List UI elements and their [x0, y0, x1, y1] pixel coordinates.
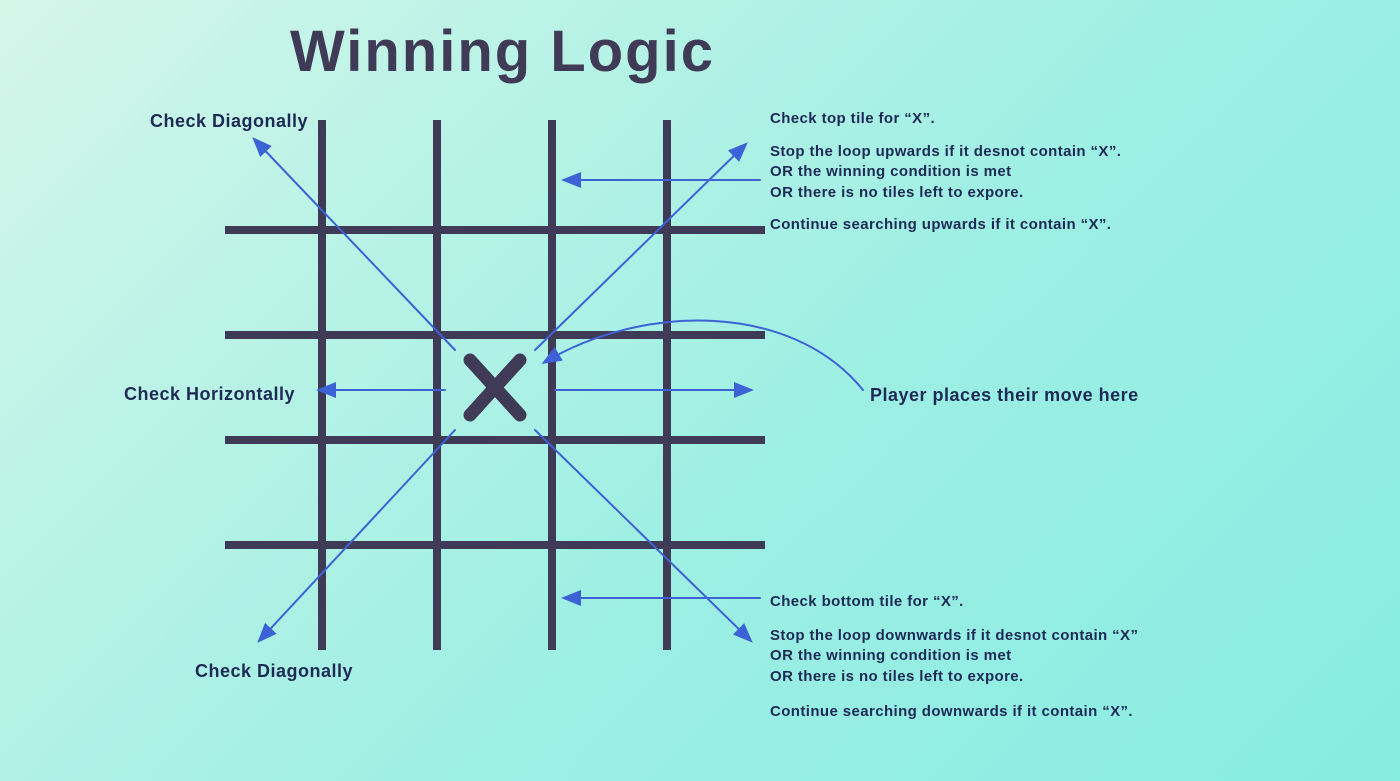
game-grid: [225, 120, 765, 650]
label-player-move: Player places their move here: [870, 385, 1139, 406]
top-block-line1: Check top tile for “X”.: [770, 109, 935, 129]
x-mark: [470, 360, 520, 415]
label-check-horizontally: Check Horizontally: [124, 384, 295, 405]
arrow-diag-up-right: [535, 145, 745, 350]
label-check-diagonally-top: Check Diagonally: [150, 111, 308, 132]
arrow-player-move-curve: [545, 321, 863, 390]
arrow-diag-down-left: [260, 430, 455, 640]
arrow-diag-up-left: [255, 140, 455, 350]
diagram-stage: Winning Logic Check Diagonally Check Hor…: [0, 0, 1400, 781]
top-block-line3: Continue searching upwards if it contain…: [770, 215, 1111, 235]
bottom-block-line1: Check bottom tile for “X”.: [770, 592, 964, 612]
arrow-diag-down-right: [535, 430, 750, 640]
label-check-diagonally-bottom: Check Diagonally: [195, 661, 353, 682]
top-block-line2: Stop the loop upwards if it desnot conta…: [770, 142, 1121, 203]
bottom-block-line3: Continue searching downwards if it conta…: [770, 702, 1133, 722]
page-title: Winning Logic: [290, 18, 715, 85]
bottom-block-line2: Stop the loop downwards if it desnot con…: [770, 626, 1138, 687]
